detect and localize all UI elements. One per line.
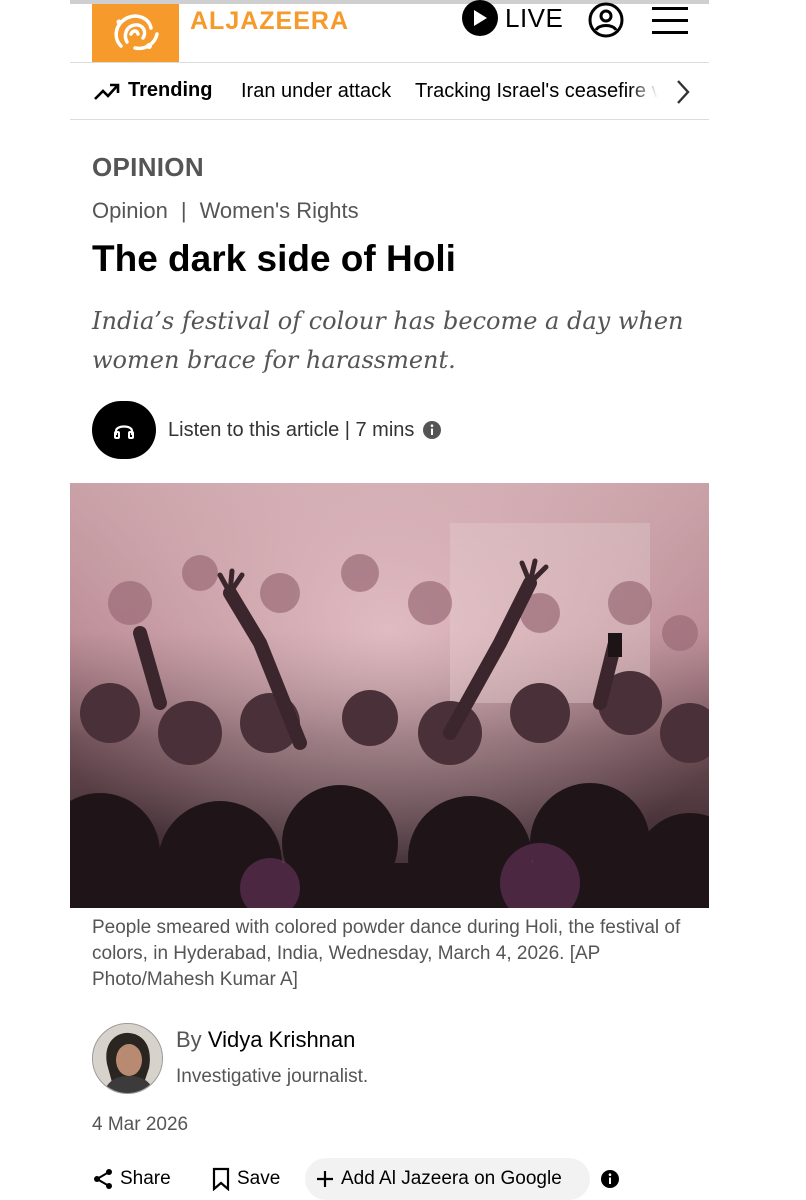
add-google-button[interactable]: Add Al Jazeera on Google: [305, 1158, 590, 1200]
article-standfirst: India’s festival of colour has become a …: [92, 307, 684, 374]
trending-link-iran[interactable]: Iran under attack: [241, 80, 391, 103]
byline: By Vidya Krishnan: [176, 1027, 355, 1053]
share-button[interactable]: Share: [92, 1158, 171, 1200]
section-label: OPINION: [92, 152, 204, 182]
plus-icon: [317, 1171, 333, 1187]
listen-row: Listen to this article | 7 mins: [92, 401, 442, 459]
save-button[interactable]: Save: [211, 1158, 280, 1200]
bookmark-icon: [212, 1167, 230, 1191]
trending-up-icon: [94, 81, 120, 106]
share-label: Share: [120, 1168, 171, 1189]
byline-prefix: By: [176, 1027, 202, 1052]
trending-label: Trending: [128, 79, 213, 101]
breadcrumb-separator: |: [180, 198, 187, 223]
image-caption: People smeared with colored powder dance…: [92, 917, 681, 990]
add-google-label: Add Al Jazeera on Google: [341, 1168, 562, 1189]
info-icon[interactable]: [422, 420, 442, 440]
author-name[interactable]: Vidya Krishnan: [208, 1027, 356, 1052]
aljazeera-logo-icon: [113, 14, 159, 51]
author-avatar[interactable]: [92, 1023, 163, 1094]
breadcrumb-womens-rights[interactable]: Women's Rights: [200, 198, 359, 223]
google-info-icon[interactable]: [600, 1158, 620, 1200]
logo-wordmark[interactable]: ALJAZEERA: [190, 7, 349, 36]
article-actions: Share Save Add Al Jazeera on Google: [70, 1158, 709, 1200]
live-button[interactable]: LIVE: [462, 0, 563, 36]
listen-button[interactable]: [92, 401, 156, 459]
breadcrumb: Opinion | Women's Rights: [92, 198, 359, 224]
page: ALJAZEERA LIVE Trending Iran under attac…: [70, 0, 709, 1200]
listen-label: Listen to this article | 7 mins: [168, 418, 415, 441]
headphones-icon: [114, 425, 134, 439]
play-icon: [462, 0, 498, 36]
share-icon: [94, 1169, 112, 1189]
author-role: Investigative journalist.: [176, 1066, 369, 1087]
account-icon[interactable]: [587, 1, 625, 44]
hero-image: [70, 483, 709, 908]
logo-mark[interactable]: [92, 4, 179, 62]
site-header: ALJAZEERA LIVE: [70, 0, 709, 62]
trending-bar: Trending Iran under attack Tracking Isra…: [70, 62, 709, 120]
publish-date: 4 Mar 2026: [92, 1114, 189, 1135]
trending-link-ceasefire[interactable]: Tracking Israel's ceasefire vi: [415, 80, 666, 103]
menu-icon[interactable]: [652, 4, 688, 41]
chevron-right-icon[interactable]: [675, 79, 691, 110]
trending-fade: [630, 63, 709, 119]
article-title: The dark side of Holi: [92, 238, 456, 279]
live-label: LIVE: [505, 2, 564, 33]
breadcrumb-opinion[interactable]: Opinion: [92, 198, 168, 223]
save-label: Save: [237, 1168, 281, 1189]
